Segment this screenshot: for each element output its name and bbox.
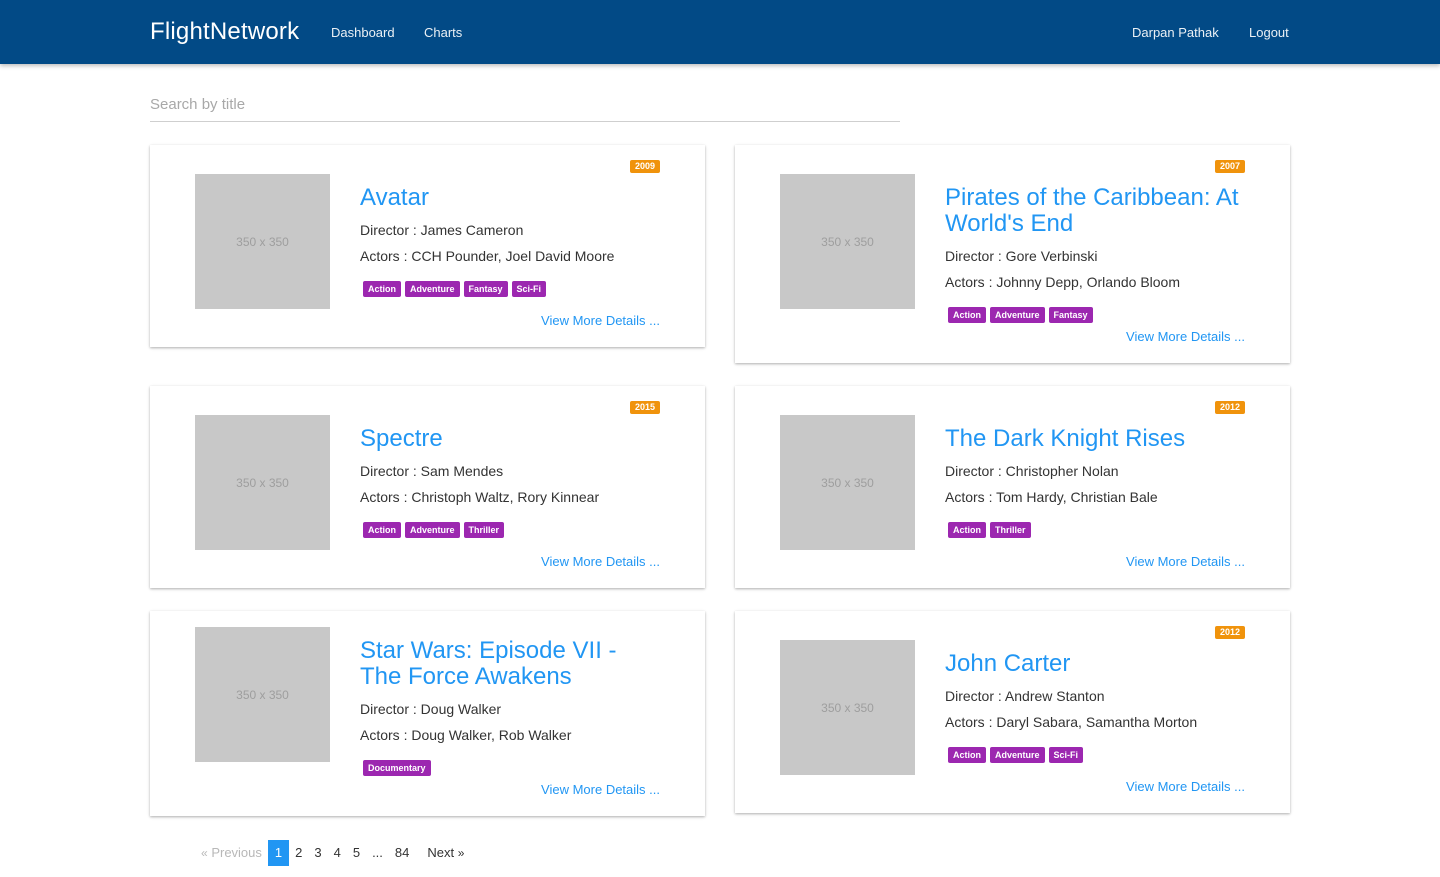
movie-director: Director : Gore Verbinski bbox=[945, 248, 1098, 264]
genre-badge: Adventure bbox=[405, 281, 460, 297]
genre-badge-list: Action Adventure Fantasy bbox=[948, 307, 1093, 323]
movie-poster-placeholder: 350 x 350 bbox=[195, 174, 330, 309]
pagination-next[interactable]: Next » bbox=[421, 840, 470, 866]
genre-badge: Action bbox=[363, 522, 401, 538]
nav-user-link[interactable]: Darpan Pathak bbox=[1132, 24, 1219, 41]
genre-badge-list: Action Thriller bbox=[948, 522, 1031, 538]
genre-badge-list: Action Adventure Thriller bbox=[363, 522, 505, 538]
pagination-page-5[interactable]: 5 bbox=[347, 840, 366, 866]
movie-card: 350 x 350 2009 Avatar Director : James C… bbox=[150, 145, 705, 347]
year-badge: 2009 bbox=[629, 160, 660, 173]
movie-director: Director : Andrew Stanton bbox=[945, 688, 1105, 704]
pagination-next-label: Next bbox=[427, 845, 455, 860]
double-chevron-right-icon: » bbox=[457, 846, 465, 860]
movie-director: Director : Sam Mendes bbox=[360, 463, 504, 479]
movie-actors: Actors : Johnny Depp, Orlando Bloom bbox=[945, 274, 1181, 290]
genre-badge: Adventure bbox=[990, 747, 1045, 763]
movie-actors: Actors : Christoph Waltz, Rory Kinnear bbox=[360, 489, 600, 505]
view-more-details-link[interactable]: View More Details ... bbox=[1126, 779, 1245, 795]
genre-badge: Fantasy bbox=[1048, 307, 1093, 323]
genre-badge: Adventure bbox=[990, 307, 1045, 323]
movie-title[interactable]: Pirates of the Caribbean: At World's End bbox=[945, 185, 1245, 237]
genre-badge-list: Documentary bbox=[363, 760, 431, 776]
search-title-input[interactable] bbox=[150, 88, 900, 122]
movie-poster-placeholder: 350 x 350 bbox=[780, 415, 915, 550]
year-badge: 2012 bbox=[1214, 626, 1245, 639]
genre-badge: Adventure bbox=[405, 522, 460, 538]
movie-card: 350 x 350 2015 Spectre Director : Sam Me… bbox=[150, 386, 705, 588]
pagination-previous[interactable]: « Previous bbox=[195, 840, 268, 866]
nav-logout-link[interactable]: Logout bbox=[1249, 24, 1289, 41]
genre-badge: Action bbox=[948, 747, 986, 763]
movie-title[interactable]: The Dark Knight Rises bbox=[945, 426, 1245, 452]
movie-director: Director : Doug Walker bbox=[360, 701, 502, 717]
genre-badge: Sci-Fi bbox=[511, 281, 547, 297]
movie-poster-placeholder: 350 x 350 bbox=[195, 415, 330, 550]
genre-badge: Action bbox=[948, 522, 986, 538]
movie-title[interactable]: Star Wars: Episode VII - The Force Awake… bbox=[360, 638, 660, 690]
movie-actors: Actors : Doug Walker, Rob Walker bbox=[360, 727, 572, 743]
movie-title[interactable]: John Carter bbox=[945, 651, 1245, 677]
view-more-details-link[interactable]: View More Details ... bbox=[541, 782, 660, 798]
movie-title[interactable]: Avatar bbox=[360, 185, 660, 211]
pagination-page-1[interactable]: 1 bbox=[267, 840, 290, 866]
movie-director: Director : Christopher Nolan bbox=[945, 463, 1119, 479]
genre-badge: Thriller bbox=[990, 522, 1031, 538]
brand-logo-link[interactable]: FlightNetwork bbox=[150, 16, 299, 48]
movie-card: 350 x 350 2012 John Carter Director : An… bbox=[735, 611, 1290, 813]
movie-poster-placeholder: 350 x 350 bbox=[195, 627, 330, 762]
movie-title[interactable]: Spectre bbox=[360, 426, 660, 452]
nav-charts-link[interactable]: Charts bbox=[424, 24, 462, 41]
view-more-details-link[interactable]: View More Details ... bbox=[1126, 554, 1245, 570]
genre-badge-list: Action Adventure Sci-Fi bbox=[948, 747, 1084, 763]
year-badge: 2012 bbox=[1214, 401, 1245, 414]
pagination-page-3[interactable]: 3 bbox=[308, 840, 327, 866]
genre-badge: Action bbox=[363, 281, 401, 297]
movie-poster-placeholder: 350 x 350 bbox=[780, 640, 915, 775]
nav-dashboard-link[interactable]: Dashboard bbox=[331, 24, 395, 41]
movie-card: 350 x 350 2007 Pirates of the Caribbean:… bbox=[735, 145, 1290, 363]
view-more-details-link[interactable]: View More Details ... bbox=[1126, 329, 1245, 345]
movie-card: 350 x 350 2012 The Dark Knight Rises Dir… bbox=[735, 386, 1290, 588]
pagination: « Previous 1 2 3 4 5 ... 84 Next » bbox=[195, 840, 470, 866]
genre-badge: Thriller bbox=[463, 522, 505, 538]
pagination-page-4[interactable]: 4 bbox=[328, 840, 347, 866]
view-more-details-link[interactable]: View More Details ... bbox=[541, 554, 660, 570]
view-more-details-link[interactable]: View More Details ... bbox=[541, 313, 660, 329]
year-badge: 2007 bbox=[1214, 160, 1245, 173]
double-chevron-left-icon: « bbox=[201, 846, 208, 860]
pagination-previous-label: Previous bbox=[211, 845, 262, 860]
movie-poster-placeholder: 350 x 350 bbox=[780, 174, 915, 309]
pagination-page-2[interactable]: 2 bbox=[289, 840, 308, 866]
pagination-ellipsis: ... bbox=[372, 845, 383, 860]
movie-director: Director : James Cameron bbox=[360, 222, 524, 238]
genre-badge: Fantasy bbox=[463, 281, 508, 297]
year-badge: 2015 bbox=[629, 401, 660, 414]
genre-badge: Sci-Fi bbox=[1048, 747, 1084, 763]
movie-actors: Actors : Daryl Sabara, Samantha Morton bbox=[945, 714, 1198, 730]
pagination-page-84[interactable]: 84 bbox=[389, 840, 415, 866]
top-navbar: FlightNetwork Dashboard Charts Darpan Pa… bbox=[0, 0, 1440, 64]
movie-card: 350 x 350 Star Wars: Episode VII - The F… bbox=[150, 611, 705, 816]
genre-badge: Action bbox=[948, 307, 986, 323]
genre-badge: Documentary bbox=[363, 760, 431, 776]
movie-actors: Actors : Tom Hardy, Christian Bale bbox=[945, 489, 1158, 505]
movie-actors: Actors : CCH Pounder, Joel David Moore bbox=[360, 248, 615, 264]
genre-badge-list: Action Adventure Fantasy Sci-Fi bbox=[363, 281, 547, 297]
